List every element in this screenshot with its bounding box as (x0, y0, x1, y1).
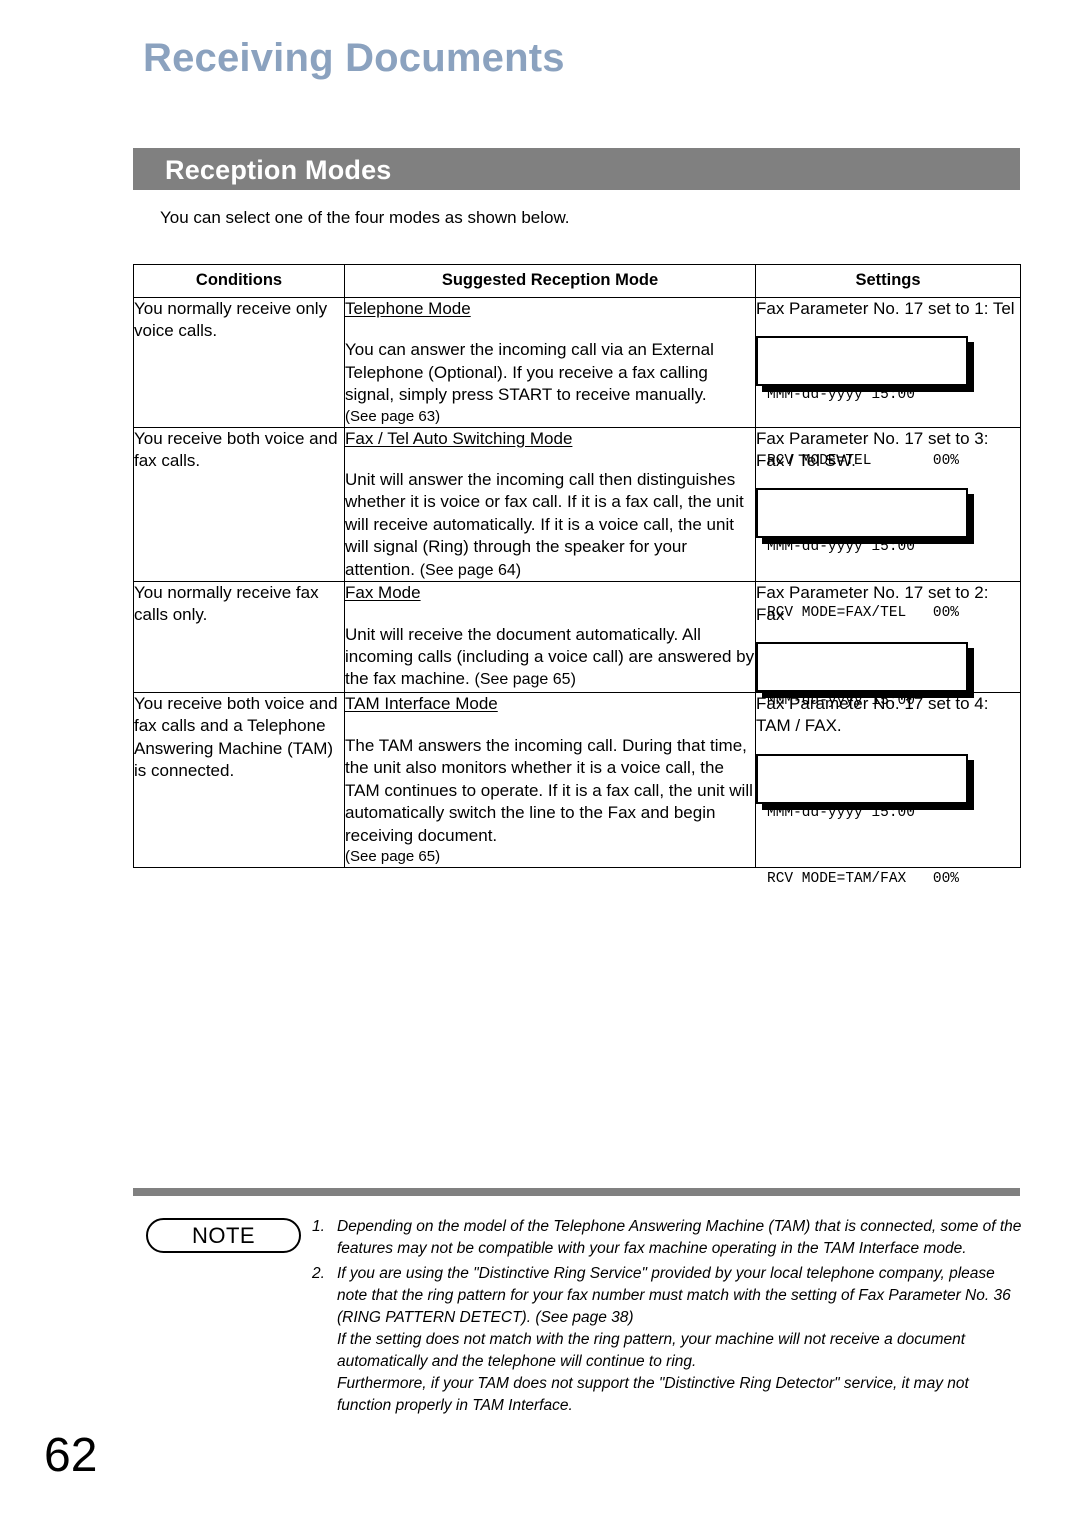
table-header-conditions: Conditions (133, 264, 345, 298)
lcd-line-1: MMM-dd-yyyy 15:00 (767, 690, 959, 712)
mode-name: TAM Interface Mode (345, 694, 498, 714)
row-mode: Fax / Tel Auto Switching Mode Unit will … (344, 426, 756, 583)
note-item-extra: If the setting does not match with the r… (337, 1331, 966, 1370)
lcd-display: MMM-dd-yyyy 15:00 RCV MODE=TEL 00% (756, 336, 974, 469)
row-conditions: You receive both voice and fax calls and… (133, 692, 345, 868)
table-header-settings: Settings (755, 264, 1021, 298)
lcd-screen: MMM-dd-yyyy 15:00 00% (756, 642, 968, 775)
mode-see-page: (See page 64) (419, 561, 522, 579)
mode-description: The TAM answers the incoming call. Durin… (345, 735, 755, 847)
lcd-line-2-left: RCV MODE=FAX/TEL (767, 604, 907, 621)
lcd-display: MMM-dd-yyyy 15:00 RCV MODE=FAX/TEL 00% (756, 487, 974, 621)
lcd-line-2-right: 00% (932, 604, 959, 621)
mode-name: Telephone Mode (345, 299, 471, 318)
lcd-line-1-left: MMM-dd-yyyy 15:00 (767, 538, 915, 555)
lcd-screen: MMM-dd-yyyy 15:00 RCV MODE=FAX/TEL 00% (756, 487, 968, 621)
section-banner-label: Reception Modes (165, 155, 392, 185)
note-item-extra: Furthermore, if your TAM does not suppor… (337, 1375, 969, 1414)
mode-description-text: You can answer the incoming call via an … (345, 340, 714, 405)
lcd-line-2: RCV MODE=TEL 00% (767, 450, 959, 472)
mode-description: Unit will receive the document automatic… (345, 624, 755, 691)
mode-name: Fax / Tel Auto Switching Mode (345, 428, 573, 448)
mode-see-page: (See page 65) (345, 847, 441, 865)
lcd-line-1: MMM-dd-yyyy 15:00 (767, 384, 959, 406)
note-list: 1. Depending on the model of the Telepho… (312, 1216, 1022, 1420)
row-conditions: You normally receive fax calls only. (133, 581, 345, 694)
lcd-screen: MMM-dd-yyyy 15:00 RCV MODE=TAM/FAX 00% (756, 753, 968, 887)
note-item-text: If you are using the "Distinctive Ring S… (337, 1265, 1011, 1326)
row-conditions: You normally receive only voice calls. (133, 297, 345, 428)
note-item-text: Depending on the model of the Telephone … (337, 1218, 1022, 1257)
note-badge: NOTE (146, 1218, 301, 1253)
lcd-screen: MMM-dd-yyyy 15:00 RCV MODE=TEL 00% (756, 336, 968, 469)
lcd-line-2-right: 00% (932, 453, 959, 470)
lcd-line-1-left: MMM-dd-yyyy 15:00 (767, 693, 915, 710)
row-mode: Telephone Mode You can answer the incomi… (344, 297, 756, 428)
table-row: You normally receive only voice calls. T… (133, 297, 1021, 469)
note-item: 2. If you are using the "Distinctive Rin… (312, 1263, 1022, 1417)
page-title: Receiving Documents (143, 36, 565, 80)
mode-description-text: The TAM answers the incoming call. Durin… (345, 735, 753, 845)
lcd-display: MMM-dd-yyyy 15:00 00% (756, 642, 974, 775)
footer-divider (133, 1188, 1020, 1196)
mode-see-page: (See page 65) (474, 671, 576, 689)
section-banner: Reception Modes (133, 148, 1020, 190)
mode-description: You can answer the incoming call via an … (345, 339, 755, 406)
lcd-line-1: MMM-dd-yyyy 15:00 (767, 536, 959, 558)
settings-text: Fax Parameter No. 17 set to 1: Tel (756, 299, 1015, 318)
lcd-line-2-right: 00% (932, 870, 959, 887)
lcd-line-2-left: RCV MODE=TEL (767, 453, 872, 470)
row-mode: TAM Interface Mode The TAM answers the i… (344, 692, 756, 868)
table-header-row: Conditions Suggested Reception Mode Sett… (133, 264, 1021, 298)
mode-description: Unit will answer the incoming call then … (345, 469, 755, 581)
mode-name: Fax Mode (345, 583, 421, 603)
table-header-mode: Suggested Reception Mode (344, 264, 756, 298)
row-mode: Fax Mode Unit will receive the document … (344, 581, 756, 694)
reception-modes-table: Conditions Suggested Reception Mode Sett… (133, 264, 1021, 887)
intro-paragraph: You can select one of the four modes as … (160, 208, 570, 227)
lcd-line-1-left: MMM-dd-yyyy 15:00 (767, 387, 915, 404)
lcd-display: MMM-dd-yyyy 15:00 RCV MODE=TAM/FAX 00% (756, 753, 974, 887)
note-item: 1. Depending on the model of the Telepho… (312, 1216, 1022, 1260)
lcd-line-2-left: RCV MODE=TAM/FAX (767, 870, 907, 887)
mode-see-page: (See page 63) (345, 407, 441, 425)
lcd-line-2: RCV MODE=TAM/FAX 00% (767, 868, 959, 890)
lcd-line-1-left: MMM-dd-yyyy 15:00 (767, 804, 915, 821)
lcd-line-1: MMM-dd-yyyy 15:00 (767, 802, 959, 824)
row-settings: Fax Parameter No. 17 set to 1: Tel MMM-d… (755, 297, 1021, 469)
note-item-number: 1. (312, 1218, 325, 1235)
lcd-line-2: RCV MODE=FAX/TEL 00% (767, 602, 959, 624)
mode-description-text: Unit will answer the incoming call then … (345, 469, 744, 579)
page-number: 62 (44, 1429, 98, 1482)
note-item-number: 2. (312, 1265, 325, 1282)
row-conditions: You receive both voice and fax calls. (133, 426, 345, 583)
